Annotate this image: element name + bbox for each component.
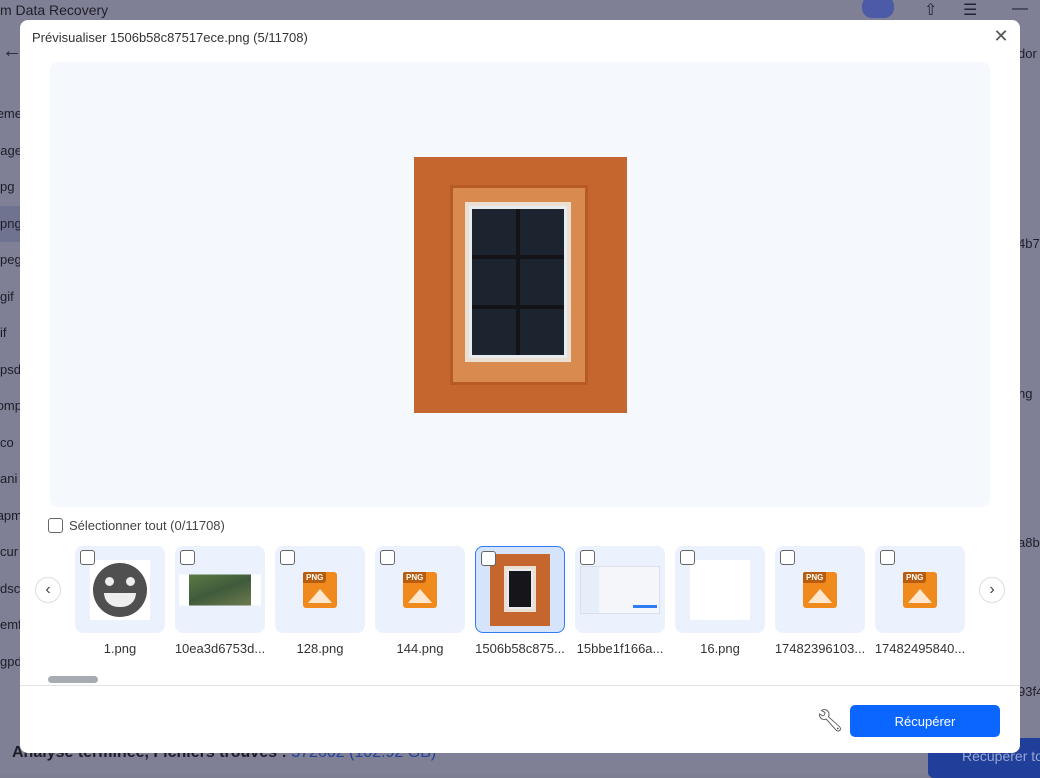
smiley-image: [90, 559, 150, 620]
thumbnail-checkbox[interactable]: [580, 550, 595, 565]
app-title: m Data Recovery: [0, 2, 109, 18]
menu-icon[interactable]: ☰: [963, 0, 977, 20]
background-text: dor: [1018, 46, 1037, 61]
thumbnail-checkbox[interactable]: [380, 550, 395, 565]
sidebar-item[interactable]: png: [0, 205, 22, 242]
thumbnail-label: 17482495840...: [874, 641, 966, 656]
background-text: 4b71: [1018, 236, 1040, 251]
minimize-icon[interactable]: —: [1012, 0, 1028, 18]
thumbnail-checkbox[interactable]: [680, 550, 695, 565]
select-all-label: Sélectionner tout (0/11708): [69, 518, 225, 533]
background-text: 93f4: [1018, 684, 1040, 699]
thumbnail-checkbox[interactable]: [80, 550, 95, 565]
sidebar-item[interactable]: peg: [0, 242, 22, 279]
thumbnail-label: 144.png: [396, 641, 444, 656]
recover-button[interactable]: Récupérer: [850, 705, 1000, 737]
thumbnail-selected[interactable]: [475, 546, 565, 633]
thumbnail[interactable]: [575, 546, 665, 633]
preview-dialog: Prévisualiser 1506b58c87517ece.png (5/11…: [20, 20, 1020, 753]
thumbnail[interactable]: PNG: [375, 546, 465, 633]
background-sidebar: eme nage pg png peg gif if psd omp co an…: [0, 96, 22, 680]
thumbnail-checkbox[interactable]: [180, 550, 195, 565]
thumbnail[interactable]: [675, 546, 765, 633]
png-file-icon: PNG: [303, 571, 337, 608]
thumbnail-label: 128.png: [296, 641, 344, 656]
window-image: [490, 553, 550, 626]
thumbnail-label: 10ea3d6753d...: [174, 641, 266, 656]
sidebar-item[interactable]: nage: [0, 133, 22, 170]
thumbnail-checkbox[interactable]: [280, 550, 295, 565]
select-all-checkbox[interactable]: [48, 518, 63, 533]
close-icon[interactable]: ✕: [990, 26, 1012, 47]
sidebar-item[interactable]: gpd: [0, 644, 22, 681]
sidebar-item[interactable]: eme: [0, 96, 22, 133]
upload-icon[interactable]: ⇧: [924, 0, 937, 20]
photo-image: [179, 574, 261, 605]
thumbnail[interactable]: [75, 546, 165, 633]
thumbnail-label: 15bbe1f166a...: [576, 641, 664, 656]
dialog-title: Prévisualiser 1506b58c87517ece.png (5/11…: [32, 30, 308, 45]
sidebar-item[interactable]: co: [0, 425, 22, 462]
sidebar-item[interactable]: psd: [0, 352, 22, 389]
blank-image: [690, 559, 750, 620]
background-text: ng: [1018, 386, 1033, 401]
preview-image: [414, 157, 627, 413]
thumbnail-checkbox[interactable]: [481, 551, 496, 566]
sidebar-item[interactable]: gif: [0, 279, 22, 316]
thumbnail[interactable]: PNG: [275, 546, 365, 633]
sidebar-item[interactable]: dsc: [0, 571, 22, 608]
sidebar-item[interactable]: emf: [0, 607, 22, 644]
back-icon[interactable]: ←: [2, 40, 22, 63]
thumbnail[interactable]: PNG: [875, 546, 965, 633]
sidebar-item[interactable]: if: [0, 315, 22, 352]
thumbnail-label: 1506b58c875...: [475, 641, 565, 656]
divider: [20, 685, 1020, 686]
prev-arrow-icon[interactable]: ‹: [35, 577, 61, 603]
thumbnail-label: 1.png: [103, 641, 137, 656]
avatar-icon[interactable]: [862, 0, 894, 18]
png-file-icon: PNG: [403, 571, 437, 608]
sidebar-item[interactable]: omp: [0, 388, 22, 425]
thumbnail-checkbox[interactable]: [880, 550, 895, 565]
thumbnail-label: 17482396103...: [774, 641, 866, 656]
sidebar-item[interactable]: apm: [0, 498, 22, 535]
sidebar-item[interactable]: ani: [0, 461, 22, 498]
sidebar-item[interactable]: pg: [0, 169, 22, 206]
thumbnail[interactable]: [175, 546, 265, 633]
next-arrow-icon[interactable]: ›: [979, 577, 1005, 603]
png-file-icon: PNG: [903, 571, 937, 608]
preview-area: [50, 62, 990, 507]
sidebar-item[interactable]: cur: [0, 534, 22, 571]
thumbnail-checkbox[interactable]: [780, 550, 795, 565]
screenshot-image: [580, 565, 660, 614]
background-text: a8bc: [1018, 535, 1040, 550]
horizontal-scrollbar[interactable]: [48, 676, 98, 683]
thumbnail[interactable]: PNG: [775, 546, 865, 633]
select-all[interactable]: Sélectionner tout (0/11708): [48, 518, 225, 533]
wrench-icon[interactable]: 🔧︎: [816, 708, 844, 734]
png-file-icon: PNG: [803, 571, 837, 608]
thumbnail-label: 16.png: [700, 641, 740, 656]
